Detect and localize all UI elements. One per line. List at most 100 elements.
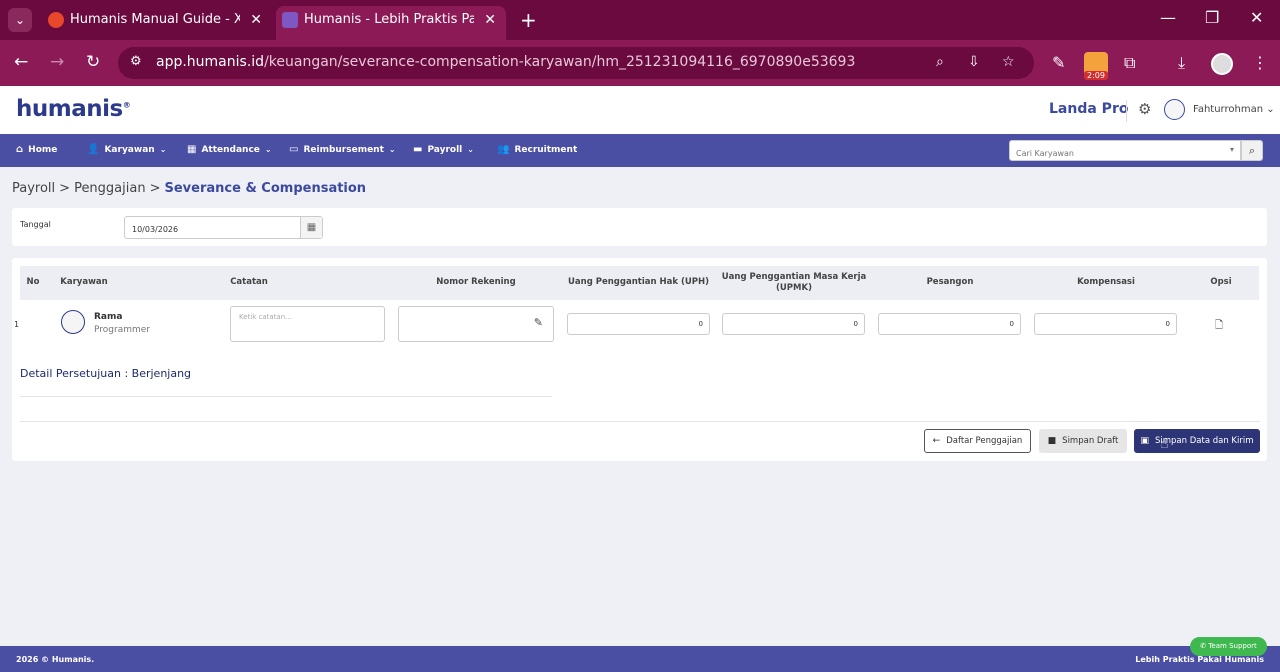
money-icon: ▭ — [289, 144, 299, 155]
upmk-input[interactable] — [722, 313, 865, 335]
save-and-send-button[interactable]: ▣ Simpan Data dan Kirim — [1134, 429, 1260, 453]
footer: 2026 © Humanis. Lebih Praktis Pakai Huma… — [0, 646, 1280, 672]
main-nav: ⌂ Home 👤 Karyawan ⌄ ▦ Attendance ⌄ ▭ Reimburse… — [0, 134, 1280, 167]
timer-badge: 2:09 — [1084, 71, 1108, 80]
tab-close-icon[interactable]: ✕ — [484, 6, 496, 34]
new-tab-button[interactable]: + — [520, 6, 537, 34]
address-bar[interactable]: ⚙ app.humanis.id/keuangan/severance-comp… — [118, 47, 1034, 79]
breadcrumb-penggajian[interactable]: Penggajian — [74, 181, 146, 196]
reload-icon[interactable]: ↻ — [86, 52, 100, 72]
breadcrumb: Payroll > Penggajian > Severance & Compensat… — [12, 181, 367, 196]
chevron-down-icon: ⌄ — [264, 145, 272, 154]
col-uph: Uang Penggantian Hak (UPH) — [568, 277, 709, 288]
account-number-field[interactable]: ✎ — [398, 306, 554, 342]
downloads-icon[interactable]: ⤓ — [1178, 53, 1185, 73]
app-header: humanis® Landa Pro ⚙ Fahturrohman ⌄ — [0, 86, 1280, 134]
browser-tab-humanis[interactable]: Humanis - Lebih Praktis Pakai Humanis ✕ — [276, 6, 506, 40]
employee-search-input[interactable] — [1010, 144, 1210, 163]
payroll-icon: ▬ — [413, 144, 423, 155]
close-window-icon[interactable]: ✕ — [1250, 8, 1263, 27]
minimize-icon[interactable]: — — [1160, 8, 1176, 27]
nav-karyawan[interactable]: 👤 Karyawan ⌄ — [87, 144, 166, 155]
tab-search-icon[interactable]: ⌄ — [8, 8, 32, 32]
col-rekening: Nomor Rekening — [436, 277, 516, 288]
col-no: No — [26, 277, 40, 288]
save-icon: ▣ — [1140, 436, 1149, 446]
home-icon: ⌂ — [16, 144, 24, 155]
date-label: Tanggal — [20, 220, 51, 229]
back-to-payroll-button[interactable]: ← Daftar Penggajian — [924, 429, 1031, 453]
col-opsi: Opsi — [1210, 277, 1232, 288]
nav-recruitment[interactable]: 👥 Recruitment — [497, 144, 577, 155]
nav-payroll[interactable]: ▬ Payroll ⌄ — [413, 144, 474, 155]
footer-tagline: Lebih Praktis Pakai Humanis — [1135, 655, 1264, 664]
calendar-icon: ▦ — [187, 144, 197, 155]
footer-copyright: 2026 © Humanis. — [16, 655, 95, 664]
nav-attendance[interactable]: ▦ Attendance ⌄ — [187, 144, 272, 155]
team-support-button[interactable]: ✆ Team Support — [1190, 637, 1267, 656]
arrow-left-icon: ← — [932, 436, 941, 446]
breadcrumb-payroll[interactable]: Payroll — [12, 181, 55, 196]
tab-title: Humanis Manual Guide - Xmind — [70, 12, 240, 27]
breadcrumb-current: Severance & Compensation — [164, 181, 367, 196]
browser-toolbar: ← → ↻ ⚙ app.humanis.id/keuangan/severanc… — [0, 40, 1280, 86]
gear-icon[interactable]: ⚙ — [1138, 100, 1151, 118]
forward-arrow-icon[interactable]: → — [50, 52, 64, 72]
user-avatar[interactable] — [1164, 99, 1185, 120]
employee-search[interactable]: ▾ — [1009, 140, 1241, 163]
profile-avatar[interactable] — [1211, 53, 1233, 75]
chevron-down-icon: ⌄ — [159, 145, 167, 154]
chevron-down-icon: ⌄ — [467, 145, 474, 154]
install-app-icon[interactable]: ⇩ — [968, 54, 980, 70]
chevron-down-icon: ⌄ — [388, 145, 396, 154]
employee-avatar — [61, 310, 85, 334]
browser-tab-xmind[interactable]: Humanis Manual Guide - Xmind ✕ — [42, 6, 272, 34]
users-icon: 👥 — [497, 144, 510, 155]
xmind-favicon-icon — [48, 12, 64, 28]
site-settings-icon[interactable]: ⚙ — [130, 54, 142, 69]
divider — [20, 421, 1260, 422]
save-draft-button[interactable]: ■ Simpan Draft — [1039, 429, 1127, 453]
caret-down-icon: ▾ — [1229, 145, 1234, 154]
feather-extension-icon[interactable]: ✎ — [1052, 53, 1065, 72]
approval-detail-label: Detail Persetujuan : Berjenjang — [20, 367, 192, 380]
extensions-puzzle-icon[interactable]: ⧉ — [1124, 53, 1135, 73]
col-karyawan: Karyawan — [60, 277, 108, 288]
url-text: app.humanis.id/keuangan/severance-compen… — [156, 54, 856, 70]
humanis-favicon-icon — [282, 12, 298, 28]
bookmark-star-icon[interactable]: ☆ — [1002, 54, 1015, 70]
tab-close-icon[interactable]: ✕ — [250, 6, 262, 34]
date-card: Tanggal ▦ — [12, 208, 1267, 246]
back-arrow-icon[interactable]: ← — [14, 52, 28, 72]
date-field[interactable]: ▦ — [124, 216, 323, 240]
browser-menu-icon[interactable]: ⋮ — [1252, 53, 1268, 72]
kompensasi-input[interactable] — [1034, 313, 1177, 335]
edit-icon[interactable]: ✎ — [534, 316, 543, 329]
note-textarea[interactable] — [230, 306, 385, 342]
zoom-icon[interactable]: ⌕ — [936, 54, 944, 70]
pesangon-input[interactable] — [878, 313, 1021, 335]
date-input[interactable] — [125, 219, 295, 240]
nav-reimbursement[interactable]: ▭ Reimbursement ⌄ — [289, 144, 396, 155]
col-pesangon: Pesangon — [926, 277, 974, 288]
save-icon: ■ — [1047, 436, 1057, 446]
divider — [20, 396, 552, 397]
employee-role: Programmer — [94, 325, 150, 335]
tab-title: Humanis - Lebih Praktis Pakai Humanis — [304, 12, 474, 27]
user-icon: 👤 — [87, 144, 100, 155]
hand-cursor-icon: ☝ — [1160, 436, 1169, 452]
table-header: No Karyawan Catatan Nomor Rekening Uang … — [20, 266, 1259, 300]
restore-icon[interactable]: ❐ — [1205, 8, 1219, 27]
calendar-icon[interactable]: ▦ — [300, 217, 322, 238]
nav-home[interactable]: ⌂ Home — [16, 144, 57, 155]
user-menu[interactable]: Fahturrohman ⌄ — [1193, 104, 1275, 115]
uph-input[interactable] — [567, 313, 710, 335]
search-icon[interactable]: ⌕ — [1241, 140, 1263, 161]
company-name: Landa Pro — [1049, 101, 1129, 117]
document-icon[interactable]: 🗋 — [1215, 318, 1223, 335]
row-number: 1 — [14, 320, 20, 329]
humanis-logo[interactable]: humanis® — [16, 96, 131, 122]
timer-extension-icon[interactable]: 2:09 — [1084, 52, 1108, 80]
col-kompensasi: Kompensasi — [1077, 277, 1135, 288]
col-catatan: Catatan — [230, 277, 268, 288]
